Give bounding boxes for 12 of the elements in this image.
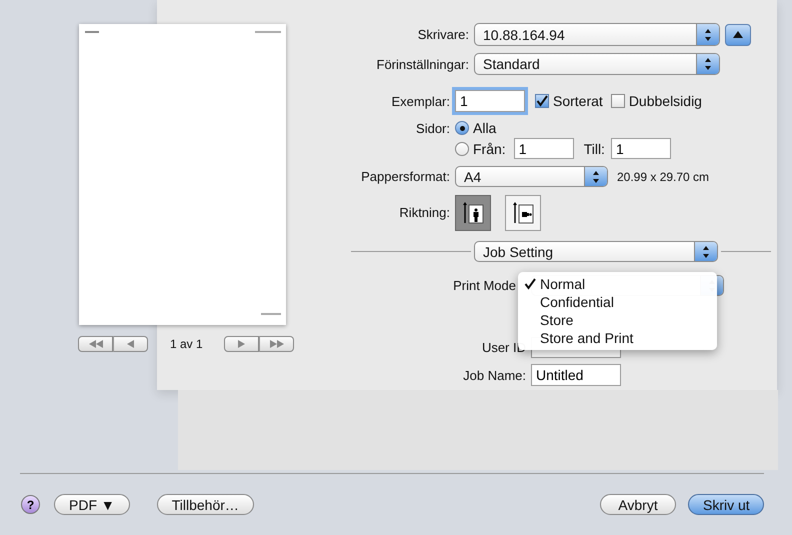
paper-dimensions: 20.99 x 29.70 cm: [617, 170, 710, 184]
to-label: Till:: [584, 140, 605, 156]
presets-label: Förinställningar:: [376, 56, 470, 72]
print-mode-label: Print Mode: [453, 278, 516, 293]
copies-label: Exemplar:: [390, 94, 451, 108]
pages-label: Sidor:: [415, 120, 451, 136]
user-id-label: User ID: [480, 340, 527, 355]
paper-size-label: Pappersformat:: [360, 169, 451, 184]
page-counter: 1 av 1: [170, 337, 204, 351]
printer-label: Skrivare:: [416, 27, 470, 42]
orientation-label: Riktning:: [398, 205, 451, 220]
job-name-label: Job Name:: [462, 368, 527, 382]
